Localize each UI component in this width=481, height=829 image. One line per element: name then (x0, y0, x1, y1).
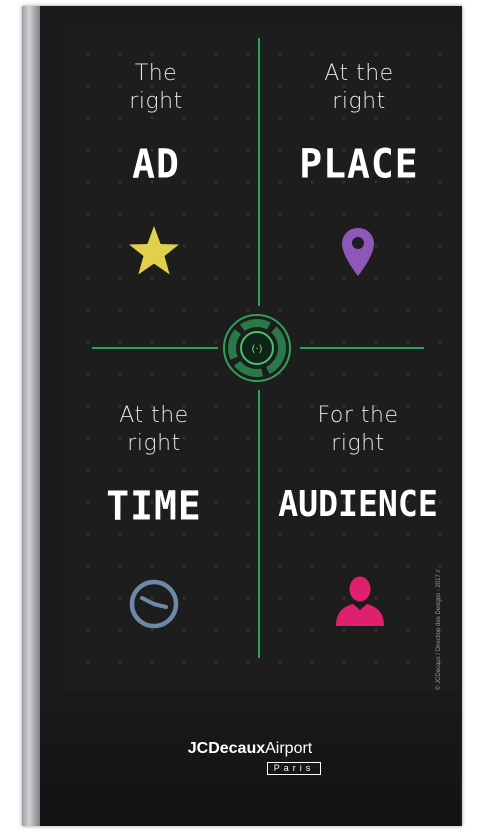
quadrant-keyword: TIME (106, 482, 202, 530)
copyright-credit: © JCDecaux / Direction des Designs - 201… (436, 569, 442, 690)
center-emblem-symbol: (·) (252, 344, 263, 355)
quadrant-lead-1: At the (324, 61, 394, 86)
brand-logo: JCDecauxAirport Paris (0, 740, 481, 776)
quadrant-keyword: AUDIENCE (278, 484, 438, 525)
quadrant-lead-2: right (331, 431, 385, 456)
quadrant-lead-2: right (127, 431, 181, 456)
brand-city: Paris (266, 762, 322, 775)
crosshair-line-left (92, 347, 218, 349)
quadrant-lead-1: The (134, 61, 178, 86)
quadrant-place: At the right PLACE (269, 60, 449, 188)
person-icon (336, 576, 384, 626)
quadrant-lead-1: At the (119, 403, 189, 428)
quadrant-lead-2: right (332, 89, 386, 114)
center-target-emblem: (·) (223, 314, 291, 382)
crosshair-line-right (300, 347, 424, 349)
brand-name: JCDecaux (187, 740, 266, 757)
quadrant-keyword: PLACE (299, 140, 419, 188)
quadrant-lead-1: For the (317, 403, 399, 428)
quadrant-audience: For the right AUDIENCE (268, 402, 448, 525)
quadrant-ad: The right AD (66, 60, 246, 188)
brand-suffix: Airport (265, 740, 313, 757)
map-pin-icon (342, 228, 374, 276)
crosshair-line-bottom (258, 390, 260, 658)
quadrant-lead-2: right (129, 89, 183, 114)
panel-frame-edge (22, 6, 40, 826)
clock-icon (129, 579, 179, 629)
star-icon (129, 226, 179, 275)
quadrant-keyword: AD (132, 140, 180, 188)
crosshair-line-top (258, 38, 260, 306)
quadrant-time: At the right TIME (64, 402, 244, 530)
